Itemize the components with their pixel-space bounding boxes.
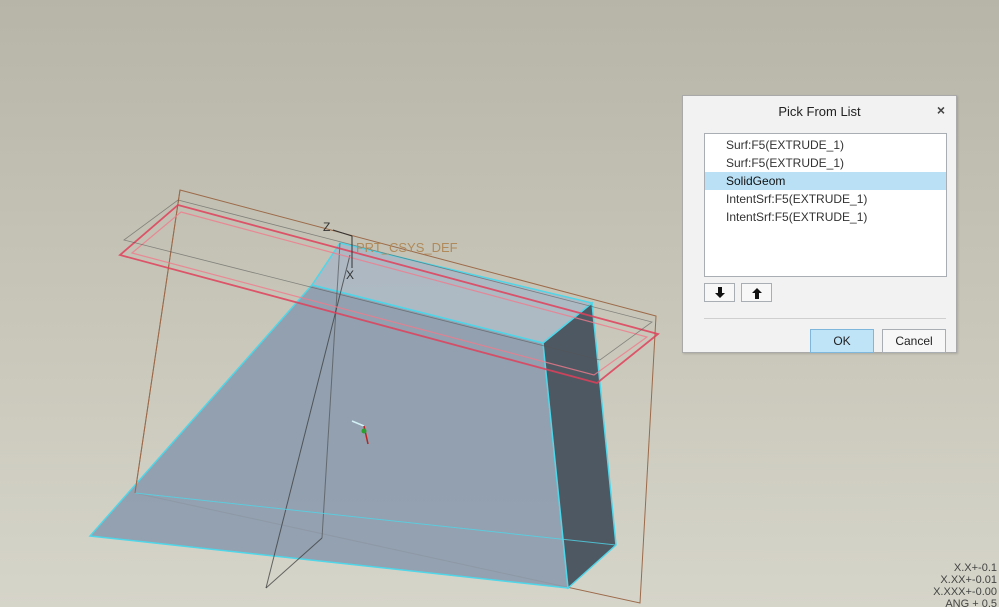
move-up-button[interactable] bbox=[741, 283, 772, 302]
list-item[interactable]: IntentSrf:F5(EXTRUDE_1) bbox=[705, 208, 946, 226]
csys-x-label: X bbox=[346, 268, 354, 282]
arrow-down-icon bbox=[714, 287, 725, 298]
dialog-divider bbox=[704, 318, 946, 319]
list-item-selected[interactable]: SolidGeom bbox=[705, 172, 946, 190]
tolerance-line: X.XXX+-0.00 bbox=[933, 586, 997, 598]
tolerance-line: X.XX+-0.01 bbox=[940, 574, 997, 586]
ok-button[interactable]: OK bbox=[810, 329, 874, 353]
csys-z-axis bbox=[332, 229, 353, 237]
pick-from-list-dialog[interactable]: Pick From List × Surf:F5(EXTRUDE_1) Surf… bbox=[682, 95, 957, 353]
tolerance-line: ANG + 0.5 bbox=[945, 598, 997, 607]
arrow-up-icon bbox=[751, 288, 762, 299]
list-item[interactable]: Surf:F5(EXTRUDE_1) bbox=[705, 154, 946, 172]
move-down-button[interactable] bbox=[704, 283, 735, 302]
tolerance-line: X.X+-0.1 bbox=[953, 562, 997, 574]
triad-origin bbox=[361, 428, 367, 434]
pick-list[interactable]: Surf:F5(EXTRUDE_1) Surf:F5(EXTRUDE_1) So… bbox=[704, 133, 947, 277]
tolerance-readout: X.X+-0.1 X.XX+-0.01 X.XXX+-0.00 ANG + 0.… bbox=[933, 562, 997, 607]
dialog-titlebar[interactable]: Pick From List × bbox=[683, 96, 956, 126]
csys-z-label: Z bbox=[323, 220, 330, 234]
graphics-viewport[interactable]: Z X PRT_CSYS_DEF Pick From List × Surf:F… bbox=[0, 0, 999, 607]
list-item[interactable]: IntentSrf:F5(EXTRUDE_1) bbox=[705, 190, 946, 208]
dialog-title: Pick From List bbox=[778, 104, 861, 119]
close-icon[interactable]: × bbox=[934, 102, 948, 118]
cancel-button[interactable]: Cancel bbox=[882, 329, 946, 353]
csys-name-label[interactable]: PRT_CSYS_DEF bbox=[356, 240, 458, 255]
list-item[interactable]: Surf:F5(EXTRUDE_1) bbox=[705, 136, 946, 154]
